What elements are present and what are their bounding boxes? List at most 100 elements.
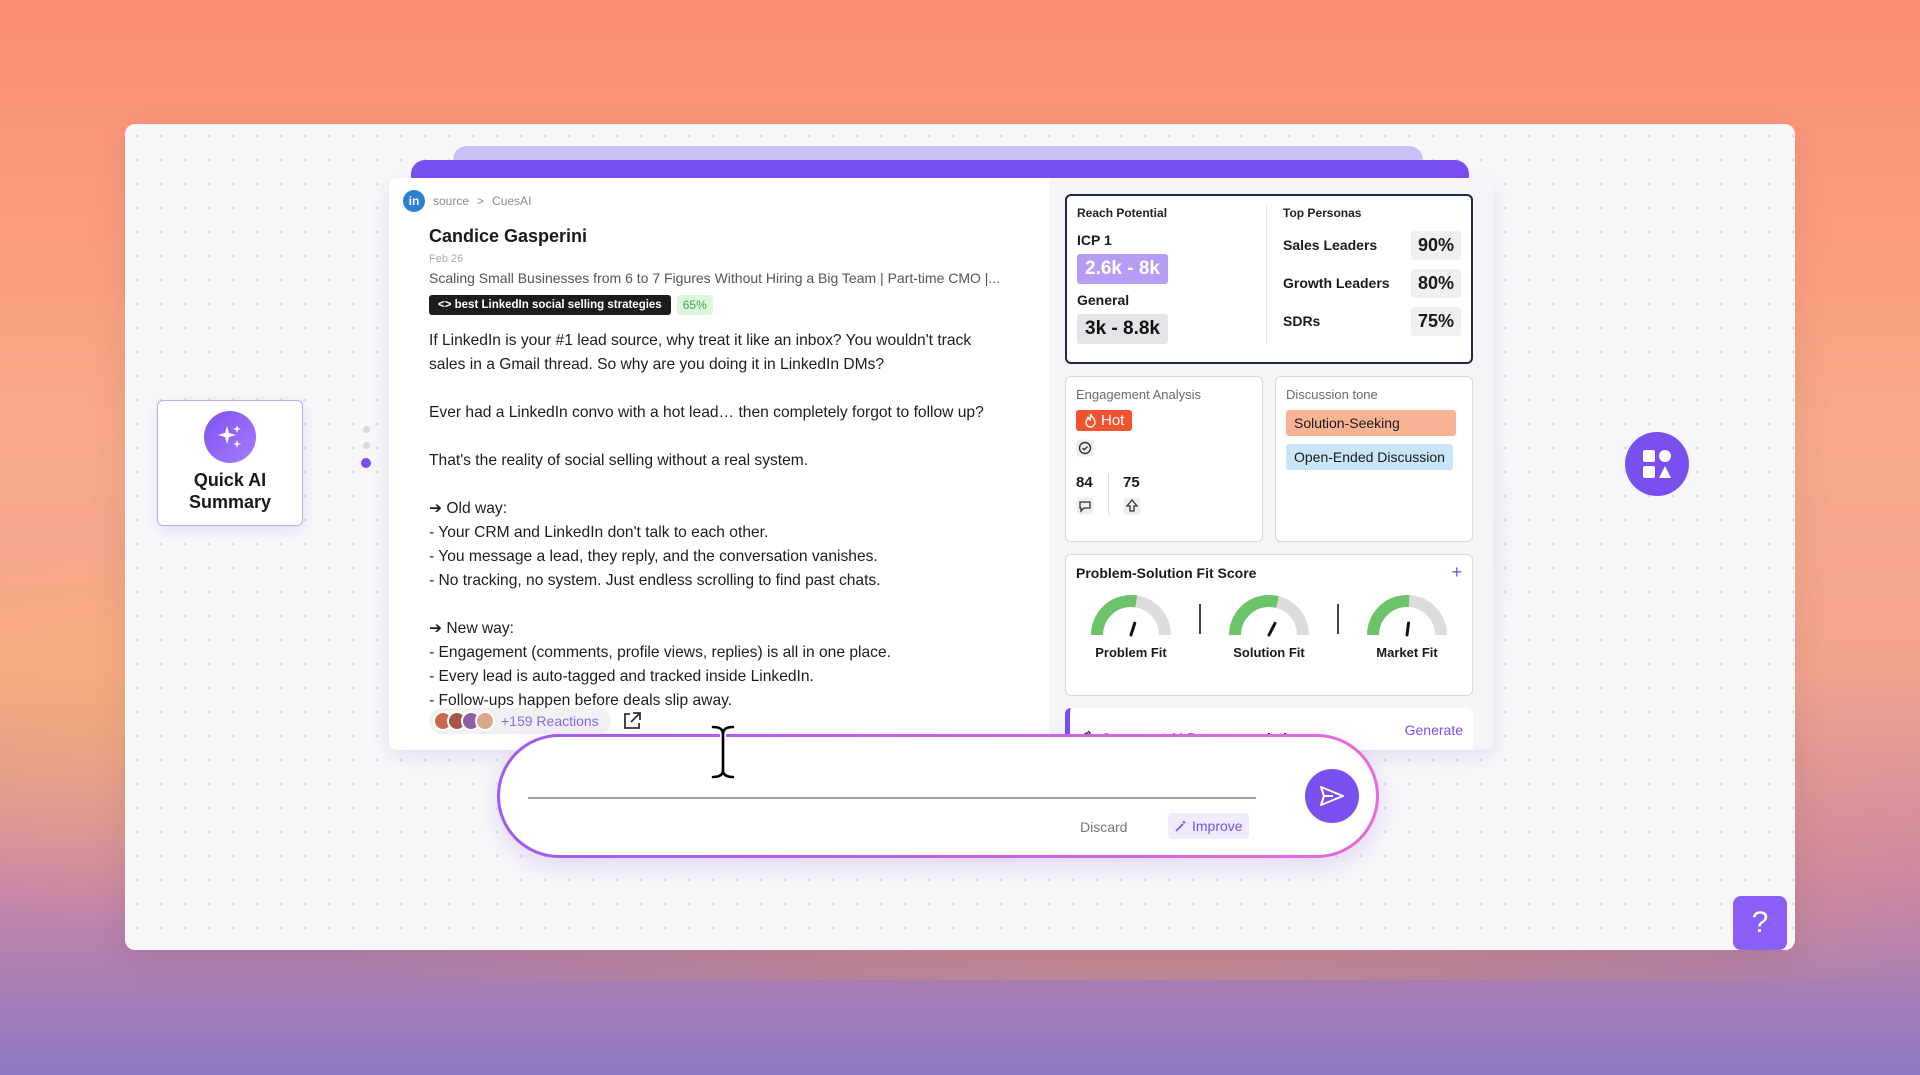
author-headline: Scaling Small Businesses from 6 to 7 Fig… — [429, 270, 1001, 286]
reactions-row: +159 Reactions — [429, 708, 643, 734]
engagement-analysis-card: Engagement Analysis Hot 84 75 — [1065, 376, 1263, 542]
problem-solution-fit-card: Problem-Solution Fit Score + Problem Fit… — [1065, 554, 1473, 696]
generate-button[interactable]: Generate — [1405, 722, 1463, 750]
post-line: sales in a Gmail thread. So why are you … — [429, 356, 885, 373]
code-icon: <> — [438, 299, 452, 311]
top-personas-title: Top Personas — [1283, 206, 1362, 220]
discard-button[interactable]: Discard — [1080, 819, 1127, 835]
comments-count: 84 — [1076, 474, 1093, 491]
apps-button[interactable] — [1625, 432, 1689, 496]
post-line — [429, 377, 1037, 401]
post-line: ➔ New way: — [429, 620, 514, 637]
page-dot-active[interactable] — [361, 458, 371, 468]
keyword-tag-label: best LinkedIn social selling strategies — [454, 299, 662, 311]
post-line: ➔ Old way: — [429, 500, 508, 517]
page-dot[interactable] — [362, 442, 370, 449]
divider — [1199, 604, 1201, 634]
gauge-label: Market Fit — [1376, 645, 1438, 660]
gauge-problem-fit: Problem Fit — [1089, 595, 1173, 660]
post-line — [429, 593, 1037, 617]
check-circle-icon — [1076, 439, 1094, 457]
post-line — [429, 473, 1037, 497]
tone-chip: Open-Ended Discussion — [1286, 444, 1453, 470]
upvote-icon — [1123, 497, 1141, 515]
breadcrumb: in source > CuesAI — [403, 190, 1037, 212]
post-panel: in source > CuesAI Candice Gasperini Feb… — [389, 178, 1049, 750]
page-dot[interactable] — [362, 426, 370, 433]
reactor-avatars — [433, 711, 495, 731]
tone-chip: Solution-Seeking — [1286, 410, 1456, 436]
persona-row: Growth Leaders 80% — [1283, 264, 1461, 302]
general-label: General — [1077, 292, 1130, 308]
divider — [1337, 604, 1339, 634]
post-line: Ever had a LinkedIn convo with a hot lea… — [429, 404, 984, 421]
post-line: If LinkedIn is your #1 lead source, why … — [429, 332, 972, 349]
gauge-meter — [1091, 595, 1171, 637]
reactions-pill[interactable]: +159 Reactions — [429, 708, 611, 734]
quick-ai-summary-button[interactable]: Quick AI Summary — [157, 400, 303, 526]
post-line: - You message a lead, they reply, and th… — [429, 548, 878, 565]
persona-value: 75% — [1410, 306, 1461, 336]
improve-label: Improve — [1192, 818, 1243, 834]
post-body: If LinkedIn is your #1 lead source, why … — [429, 329, 1037, 713]
icp-label: ICP 1 — [1077, 232, 1112, 248]
persona-row: SDRs 75% — [1283, 302, 1461, 340]
gauge-row: Problem Fit Solution Fit Market Fit — [1076, 595, 1462, 660]
persona-row: Sales Leaders 90% — [1283, 226, 1461, 264]
breadcrumb-separator: > — [477, 194, 485, 208]
post-date: Feb 26 — [429, 253, 464, 265]
tone-title: Discussion tone — [1286, 387, 1378, 402]
comment-icon — [1076, 497, 1094, 515]
breadcrumb-app[interactable]: CuesAI — [492, 194, 531, 208]
reactions-count: +159 Reactions — [501, 713, 599, 729]
sparkles-icon — [204, 411, 256, 463]
flame-icon — [1085, 413, 1096, 428]
post-line: - Engagement (comments, profile views, r… — [429, 644, 891, 661]
gauge-label: Problem Fit — [1095, 645, 1167, 660]
post-line: - No tracking, no system. Just endless s… — [429, 572, 881, 589]
gauge-meter — [1367, 595, 1447, 637]
hot-badge: Hot — [1076, 410, 1133, 431]
hot-label: Hot — [1101, 412, 1125, 429]
avatar — [475, 711, 495, 731]
breadcrumb-source[interactable]: source — [433, 194, 469, 208]
persona-name: Growth Leaders — [1283, 275, 1390, 291]
linkedin-icon: in — [403, 190, 425, 212]
gauge-meter — [1229, 595, 1309, 637]
discussion-tone-card: Discussion tone Solution-Seeking Open-En… — [1275, 376, 1473, 542]
upvotes-count: 75 — [1123, 474, 1140, 491]
comment-composer[interactable]: Discard Improve — [497, 734, 1379, 858]
persona-name: Sales Leaders — [1283, 237, 1378, 253]
match-score-badge: 65% — [676, 295, 713, 315]
post-line: - Every lead is auto-tagged and tracked … — [429, 668, 814, 685]
improve-button[interactable]: Improve — [1168, 813, 1249, 839]
shapes-icon — [1643, 450, 1671, 478]
comment-input-underline — [528, 797, 1256, 799]
post-line: - Your CRM and LinkedIn don't talk to ea… — [429, 524, 769, 541]
send-icon — [1320, 786, 1344, 806]
external-link-icon[interactable] — [621, 710, 643, 732]
help-button[interactable]: ? — [1733, 896, 1787, 950]
post-line — [429, 425, 1037, 449]
persona-value: 90% — [1410, 230, 1461, 260]
magic-wand-icon — [1175, 820, 1187, 832]
engagement-title: Engagement Analysis — [1076, 387, 1202, 402]
quick-ai-summary-label: Quick AI Summary — [188, 470, 272, 512]
reach-title: Reach Potential — [1077, 206, 1168, 220]
keyword-tag[interactable]: <> best LinkedIn social selling strategi… — [429, 295, 671, 315]
add-icon[interactable]: + — [1451, 563, 1462, 581]
persona-value: 80% — [1410, 268, 1461, 298]
pagination-dots — [361, 426, 371, 468]
send-button[interactable] — [1305, 769, 1359, 823]
post-line: That's the reality of social selling wit… — [429, 452, 809, 469]
psf-title: Problem-Solution Fit Score — [1076, 565, 1257, 581]
gauge-market-fit: Market Fit — [1365, 595, 1449, 660]
gauge-solution-fit: Solution Fit — [1227, 595, 1311, 660]
reach-potential-card: Reach Potential ICP 1 2.6k - 8k General … — [1065, 194, 1473, 364]
gauge-label: Solution Fit — [1233, 645, 1305, 660]
post-card: in source > CuesAI Candice Gasperini Feb… — [389, 178, 1493, 750]
general-reach-value: 3k - 8.8k — [1077, 314, 1168, 344]
post-tags: <> best LinkedIn social selling strategi… — [429, 295, 1037, 315]
persona-name: SDRs — [1283, 313, 1321, 329]
post-author[interactable]: Candice Gasperini — [429, 226, 1037, 247]
